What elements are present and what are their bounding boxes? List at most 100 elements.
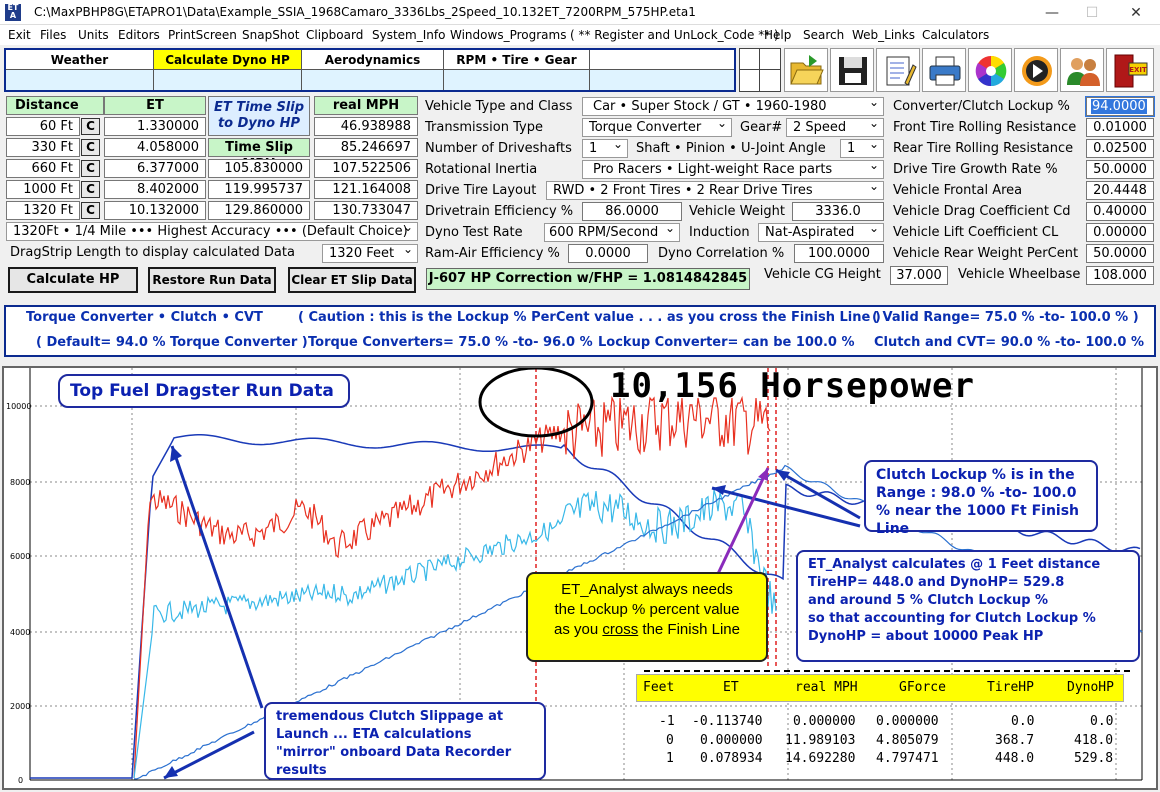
menu-clipboard[interactable]: Clipboard xyxy=(306,28,363,42)
vehicle-weight-input[interactable]: 3336.0 xyxy=(792,202,884,221)
clear-et-slip-button[interactable]: Clear ET Slip Data xyxy=(288,267,416,293)
menu-snapshot[interactable]: SnapShot xyxy=(242,28,299,42)
y-tick-2000: 2000 xyxy=(10,702,30,711)
ram-air-input[interactable]: 0.0000 xyxy=(568,244,648,263)
dyno-correlation-label: Dyno Correlation % xyxy=(658,246,785,261)
info-line2-b: Torque Converters= 75.0 % -to- 96.0 % xyxy=(308,335,593,350)
info-line1-a: Torque Converter • Clutch • CVT xyxy=(26,310,263,325)
menu-files[interactable]: Files xyxy=(40,28,66,42)
wheelbase-input[interactable]: 108.000 xyxy=(1086,266,1154,285)
mph-1000ft-value: 121.164008 xyxy=(314,180,418,199)
users-icon[interactable] xyxy=(1060,48,1104,92)
slip-mph-1000ft-input[interactable]: 119.995737 xyxy=(208,180,310,199)
et-1320ft-input[interactable]: 10.132000 xyxy=(104,201,206,220)
window-title: C:\MaxPBHP8G\ETAPRO1\Data\Example_SSIA_1… xyxy=(34,5,696,19)
vehicle-type-select[interactable]: Car • Super Stock / GT • 1960-1980 xyxy=(582,97,884,116)
tab-aerodynamics[interactable]: Aerodynamics xyxy=(302,50,444,70)
rear-rr-input[interactable]: 0.02500 xyxy=(1086,139,1154,158)
driveshafts-select[interactable]: 1 xyxy=(582,139,628,158)
y-tick-0: 0 xyxy=(18,776,23,785)
lockup-note-line3: as you cross the Finish Line xyxy=(538,620,756,640)
y-tick-4000: 4000 xyxy=(10,628,30,637)
drag-coeff-input[interactable]: 0.40000 xyxy=(1086,202,1154,221)
menu-register[interactable]: ( ** Register and UnLock_Code ** ) xyxy=(570,28,779,42)
drivetrain-eff-input[interactable]: 86.0000 xyxy=(582,202,682,221)
menu-units[interactable]: Units xyxy=(78,28,109,42)
restore-run-data-button[interactable]: Restore Run Data xyxy=(148,267,276,293)
clutch-lockup-callout: Clutch Lockup % is in the Range : 98.0 %… xyxy=(864,460,1098,537)
open-folder-icon[interactable] xyxy=(784,48,828,92)
et-330ft-input[interactable]: 4.058000 xyxy=(104,138,206,157)
lockup-input[interactable]: 94.0000 xyxy=(1085,96,1155,117)
frontal-area-input[interactable]: 20.4448 xyxy=(1086,181,1154,200)
menu-editors[interactable]: Editors xyxy=(118,28,160,42)
dyno-rate-select[interactable]: 600 RPM/Second xyxy=(544,223,680,242)
save-disk-icon[interactable] xyxy=(830,48,874,92)
et-1000ft-input[interactable]: 8.402000 xyxy=(104,180,206,199)
tab-calculate-dyno-hp[interactable]: Calculate Dyno HP xyxy=(154,50,302,70)
lockup-needed-note: ET_Analyst always needs the Lockup % per… xyxy=(526,572,768,662)
menu-system-info[interactable]: System_Info xyxy=(372,28,445,42)
c-button-660ft[interactable]: C xyxy=(81,160,100,177)
gear-select[interactable]: 2 Speed xyxy=(786,118,884,137)
drive-layout-select[interactable]: RWD • 2 Front Tires • 2 Rear Drive Tires xyxy=(546,181,884,200)
cell-mph: 11.989103 xyxy=(785,733,856,748)
grid-view-icon[interactable] xyxy=(739,48,781,92)
distance-header: Distance xyxy=(6,96,104,115)
cg-height-input[interactable]: 37.000 xyxy=(890,266,948,285)
slip-mph-660ft-input[interactable]: 105.830000 xyxy=(208,159,310,178)
front-rr-input[interactable]: 0.01000 xyxy=(1086,118,1154,137)
menu-exit[interactable]: Exit xyxy=(8,28,31,42)
info-line2-d: Clutch and CVT= 90.0 % -to- 100.0 % xyxy=(874,335,1144,350)
cell-gforce: 0.000000 xyxy=(876,714,939,729)
menu-printscreen[interactable]: PrintScreen xyxy=(168,28,237,42)
c-button-330ft[interactable]: C xyxy=(81,139,100,156)
dyno-rate-label: Dyno Test Rate xyxy=(425,225,523,240)
menu-web-links[interactable]: Web_Links xyxy=(852,28,915,42)
tab-rpm-tire-gear[interactable]: RPM • Tire • Gear xyxy=(444,50,590,70)
edit-notepad-icon[interactable] xyxy=(876,48,920,92)
front-rr-label: Front Tire Rolling Resistance xyxy=(893,120,1077,135)
col-real-mph: real MPH xyxy=(795,680,858,695)
minimize-button[interactable]: — xyxy=(1032,2,1072,24)
menu-help[interactable]: Help xyxy=(764,28,791,42)
rear-rr-label: Rear Tire Rolling Resistance xyxy=(893,141,1074,156)
calculate-hp-button[interactable]: Calculate HP xyxy=(8,267,138,293)
induction-select[interactable]: Nat-Aspirated xyxy=(758,223,884,242)
color-wheel-icon[interactable] xyxy=(968,48,1012,92)
slip-mph-1320ft-input[interactable]: 129.860000 xyxy=(208,201,310,220)
cell-feet: 0 xyxy=(666,733,674,748)
et-slip-to-dyno-header: ET Time Slip to Dyno HP xyxy=(208,96,310,136)
media-player-icon[interactable] xyxy=(1014,48,1058,92)
inertia-select[interactable]: Pro Racers • Light-weight Race parts xyxy=(582,160,884,179)
et-60ft-input[interactable]: 1.330000 xyxy=(104,117,206,136)
col-feet: Feet xyxy=(643,680,675,695)
tire-growth-input[interactable]: 50.0000 xyxy=(1086,160,1154,179)
printer-icon[interactable] xyxy=(922,48,966,92)
maximize-button[interactable]: ☐ xyxy=(1072,2,1112,24)
close-button[interactable]: ✕ xyxy=(1116,2,1156,24)
rear-weight-input[interactable]: 50.0000 xyxy=(1086,244,1154,263)
cell-et: 0.000000 xyxy=(700,733,763,748)
menu-bar: Exit Files Units Editors PrintScreen Sna… xyxy=(0,25,1160,45)
dragstrip-length-select[interactable]: 1320 Feet xyxy=(322,244,418,263)
accuracy-select[interactable]: 1320Ft • 1/4 Mile ••• Highest Accuracy •… xyxy=(6,222,418,241)
ujoint-select[interactable]: 1 xyxy=(840,139,884,158)
lockup-info-panel: Torque Converter • Clutch • CVT ( Cautio… xyxy=(4,305,1156,357)
c-button-1000ft[interactable]: C xyxy=(81,181,100,198)
menu-search[interactable]: Search xyxy=(803,28,844,42)
menu-calculators[interactable]: Calculators xyxy=(922,28,989,42)
c-button-1320ft[interactable]: C xyxy=(81,202,100,219)
lift-coeff-input[interactable]: 0.00000 xyxy=(1086,223,1154,242)
menu-windows-programs[interactable]: Windows_Programs xyxy=(450,28,566,42)
dyno-correlation-input[interactable]: 100.0000 xyxy=(794,244,884,263)
eta-callout-line2: TireHP= 448.0 and DynoHP= 529.8 xyxy=(808,575,1065,590)
results-table-header: Feet ET real MPH GForce TireHP DynoHP xyxy=(636,674,1124,702)
eta-calculation-callout: ET_Analyst calculates @ 1 Feet distance … xyxy=(796,550,1140,662)
wheelbase-label: Vehicle Wheelbase xyxy=(958,267,1081,282)
tab-weather[interactable]: Weather xyxy=(6,50,154,70)
transmission-select[interactable]: Torque Converter xyxy=(582,118,732,137)
c-button-60ft[interactable]: C xyxy=(81,118,100,135)
et-660ft-input[interactable]: 6.377000 xyxy=(104,159,206,178)
exit-icon[interactable]: EXIT xyxy=(1106,48,1154,92)
